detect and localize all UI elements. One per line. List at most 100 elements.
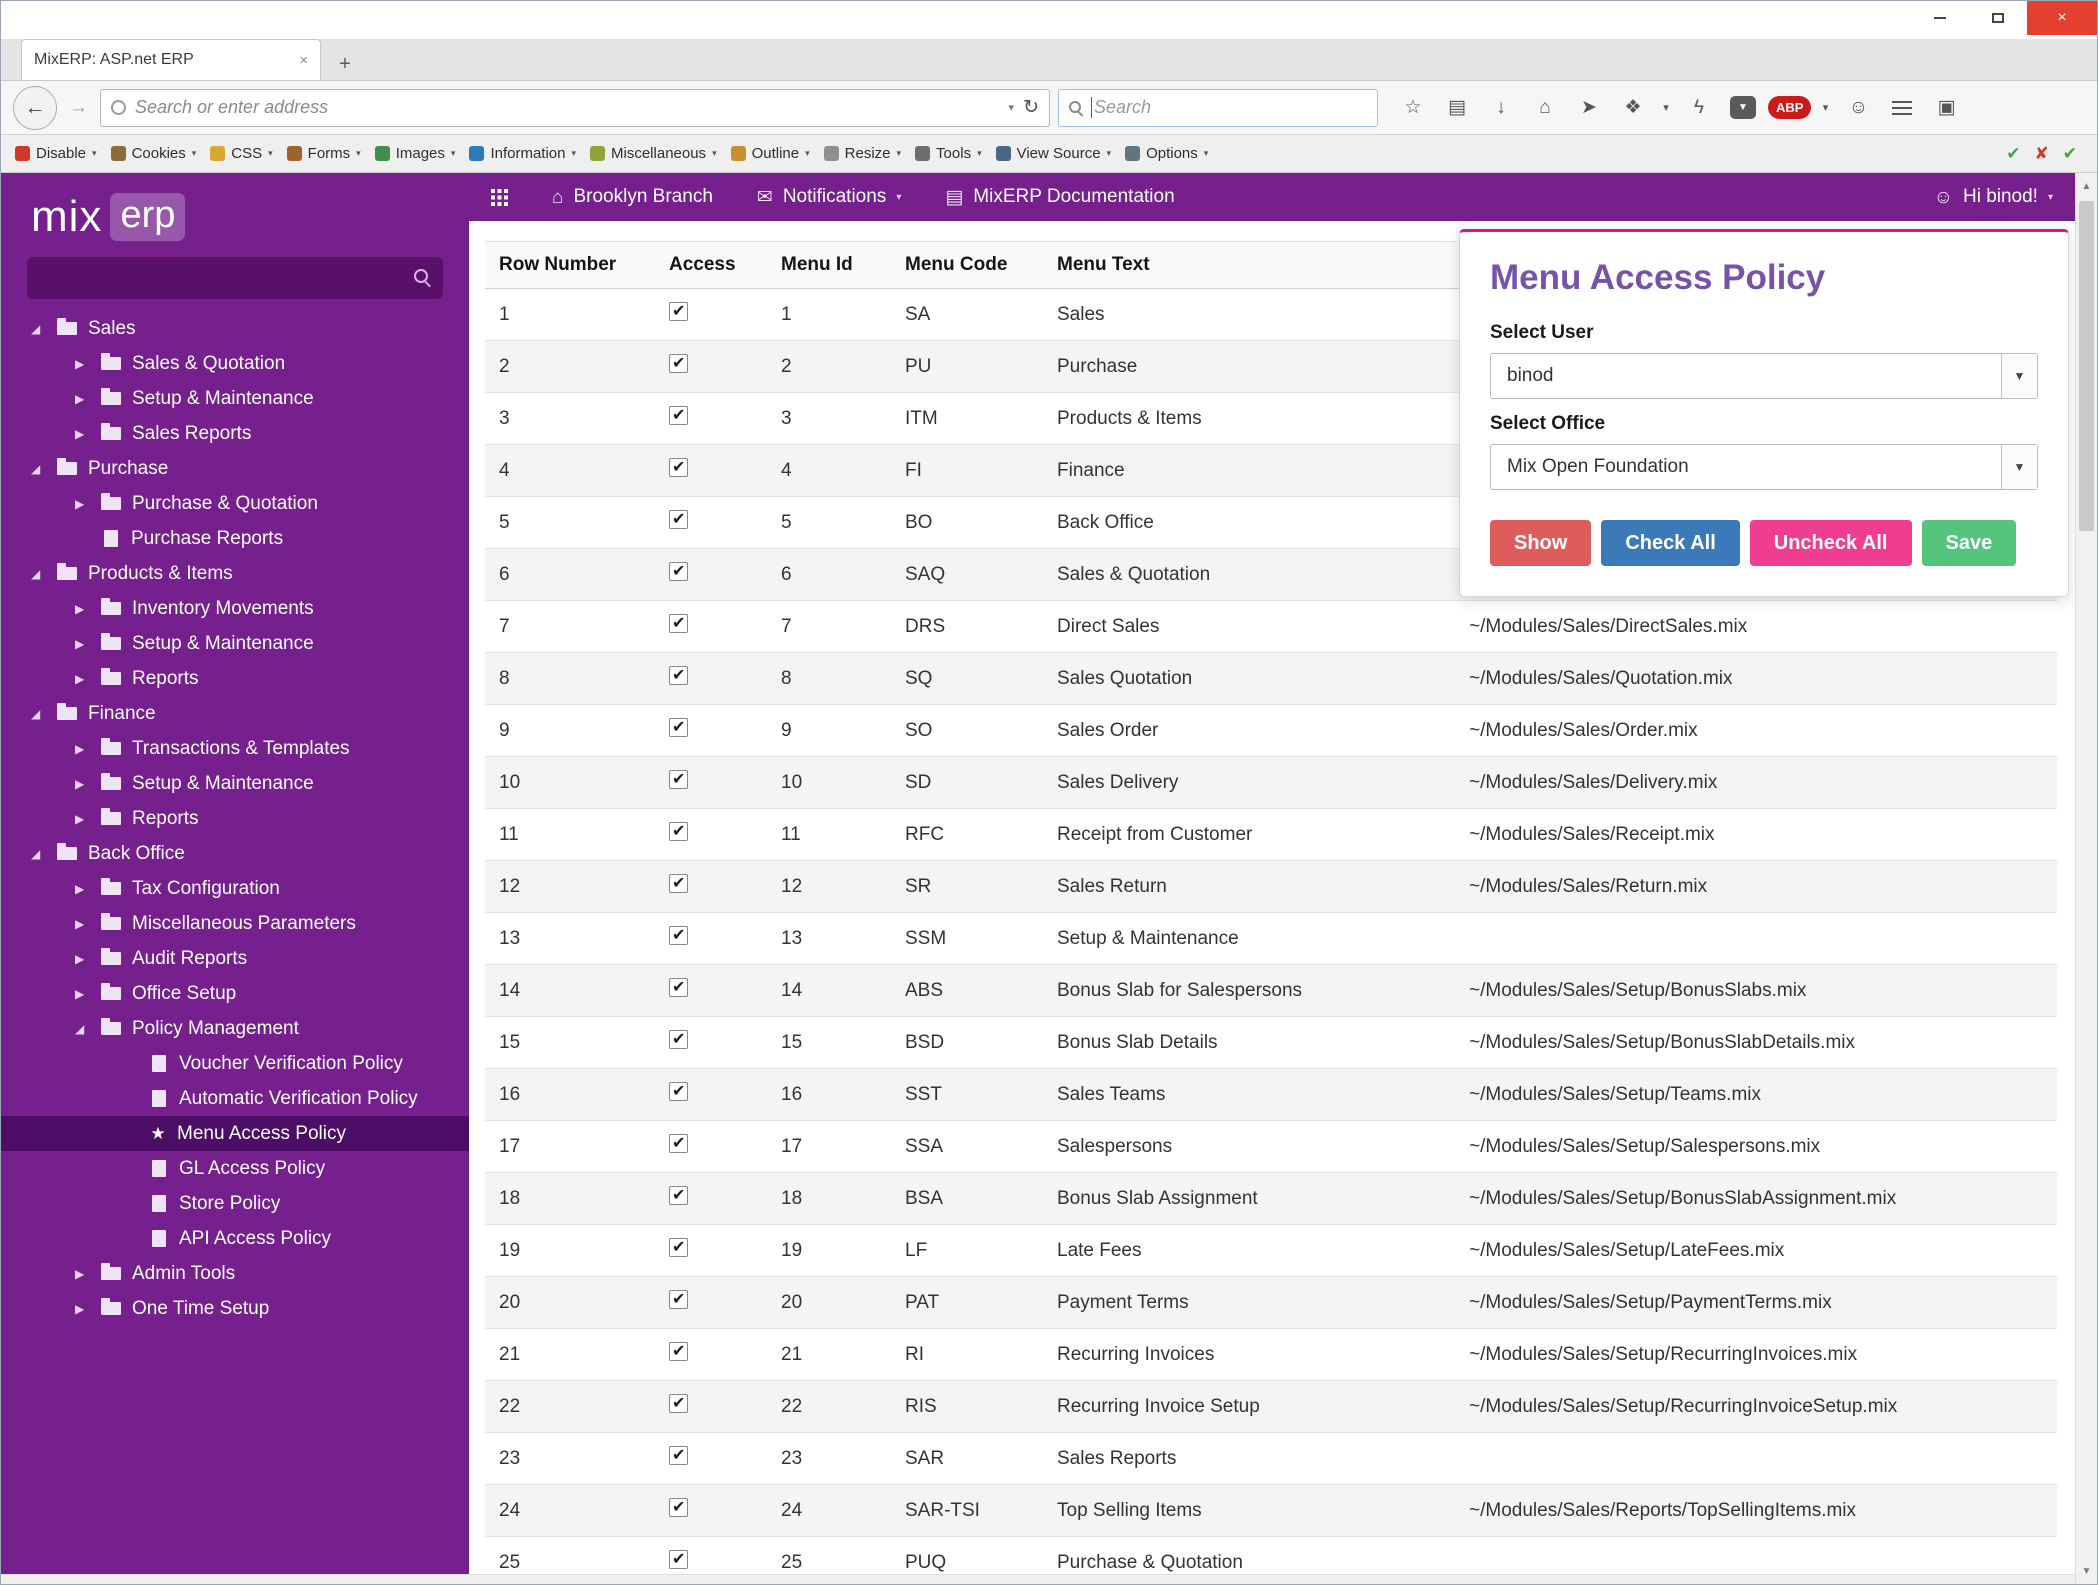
access-checkbox[interactable] <box>669 406 688 425</box>
sidebar-item-miscellaneous-parameters[interactable]: ▶ Miscellaneous Parameters <box>1 906 469 941</box>
collapsed-arrow-icon[interactable]: ▶ <box>75 917 101 931</box>
sidebar-item-reports[interactable]: ▶ Reports <box>1 661 469 696</box>
access-checkbox[interactable] <box>669 718 688 737</box>
check-all-button[interactable]: Check All <box>1601 520 1740 566</box>
sidebar-item-reports[interactable]: ▶ Reports <box>1 801 469 836</box>
webdev-tools[interactable]: Tools ▾ <box>915 145 982 162</box>
access-checkbox[interactable] <box>669 874 688 893</box>
search-bar[interactable]: Search <box>1058 88 1378 127</box>
sidebar-item-automatic-verification-policy[interactable]: Automatic Verification Policy <box>1 1081 469 1116</box>
webdev-cookies[interactable]: Cookies ▾ <box>110 145 196 162</box>
adblock-badge[interactable]: ABP <box>1768 96 1812 119</box>
access-checkbox[interactable] <box>669 1394 688 1413</box>
sidebar-item-transactions-templates[interactable]: ▶ Transactions & Templates <box>1 731 469 766</box>
chevron-down-icon[interactable]: ▾ <box>1009 101 1015 114</box>
collapsed-arrow-icon[interactable]: ▶ <box>75 357 101 371</box>
panel-view-icon[interactable]: ▣ <box>1927 89 1965 127</box>
access-checkbox[interactable] <box>669 562 688 581</box>
access-checkbox[interactable] <box>669 614 688 633</box>
sidebar-item-menu-access-policy[interactable]: ★ Menu Access Policy <box>1 1116 469 1151</box>
sidebar-item-setup-maintenance[interactable]: ▶ Setup & Maintenance <box>1 381 469 416</box>
sidebar-item-finance[interactable]: ◢ Finance <box>1 696 469 731</box>
new-tab-button[interactable]: + <box>325 48 365 80</box>
sidebar-item-sales-quotation[interactable]: ▶ Sales & Quotation <box>1 346 469 381</box>
access-checkbox[interactable] <box>669 1082 688 1101</box>
maximize-button[interactable] <box>1969 1 2027 35</box>
sidebar-item-admin-tools[interactable]: ▶ Admin Tools <box>1 1256 469 1291</box>
expanded-arrow-icon[interactable]: ◢ <box>31 322 57 336</box>
reload-icon[interactable]: ↻ <box>1023 96 1039 119</box>
collapsed-arrow-icon[interactable]: ▶ <box>75 777 101 791</box>
sidebar-item-setup-maintenance[interactable]: ▶ Setup & Maintenance <box>1 766 469 801</box>
sidebar-item-sales[interactable]: ◢ Sales <box>1 311 469 346</box>
notifications-menu[interactable]: ✉ Notifications ▾ <box>735 173 923 221</box>
sidebar-item-inventory-movements[interactable]: ▶ Inventory Movements <box>1 591 469 626</box>
theme-icon[interactable]: ❖ <box>1614 89 1652 127</box>
webdev-disable[interactable]: Disable ▾ <box>15 145 97 162</box>
webdev-images[interactable]: Images ▾ <box>374 145 455 162</box>
minimize-button[interactable] <box>1911 1 1969 35</box>
access-checkbox[interactable] <box>669 1134 688 1153</box>
save-button[interactable]: Save <box>1921 520 2017 566</box>
access-checkbox[interactable] <box>669 510 688 529</box>
sidebar-item-back-office[interactable]: ◢ Back Office <box>1 836 469 871</box>
bookmark-star-icon[interactable]: ☆ <box>1394 89 1432 127</box>
access-checkbox[interactable] <box>669 822 688 841</box>
branch-selector[interactable]: ⌂ Brooklyn Branch <box>530 173 735 221</box>
sidebar-item-setup-maintenance[interactable]: ▶ Setup & Maintenance <box>1 626 469 661</box>
collapsed-arrow-icon[interactable]: ▶ <box>75 1267 101 1281</box>
chevron-down-icon[interactable]: ▾ <box>1817 89 1833 127</box>
scroll-down-icon[interactable]: ▼ <box>2076 1560 2097 1582</box>
scroll-up-icon[interactable]: ▲ <box>2076 175 2097 197</box>
sidebar-item-purchase-reports[interactable]: Purchase Reports <box>1 521 469 556</box>
sidebar-item-voucher-verification-policy[interactable]: Voucher Verification Policy <box>1 1046 469 1081</box>
sidebar-item-one-time-setup[interactable]: ▶ One Time Setup <box>1 1291 469 1326</box>
collapsed-arrow-icon[interactable]: ▶ <box>75 742 101 756</box>
access-checkbox[interactable] <box>669 926 688 945</box>
access-checkbox[interactable] <box>669 1342 688 1361</box>
sidebar-item-purchase[interactable]: ◢ Purchase <box>1 451 469 486</box>
home-icon[interactable]: ⌂ <box>1526 89 1564 127</box>
sidebar-item-sales-reports[interactable]: ▶ Sales Reports <box>1 416 469 451</box>
library-icon[interactable]: ▤ <box>1438 89 1476 127</box>
collapsed-arrow-icon[interactable]: ▶ <box>75 497 101 511</box>
sidebar-item-products-items[interactable]: ◢ Products & Items <box>1 556 469 591</box>
webdev-information[interactable]: Information ▾ <box>469 145 576 162</box>
collapsed-arrow-icon[interactable]: ▶ <box>75 637 101 651</box>
sidebar-item-api-access-policy[interactable]: API Access Policy <box>1 1221 469 1256</box>
select-office-dropdown[interactable]: Mix Open Foundation ▼ <box>1490 444 2038 490</box>
user-menu[interactable]: ☺ Hi binod! ▾ <box>1912 173 2075 221</box>
app-menu-button[interactable] <box>469 173 530 221</box>
sidebar-item-office-setup[interactable]: ▶ Office Setup <box>1 976 469 1011</box>
collapsed-arrow-icon[interactable]: ▶ <box>75 672 101 686</box>
access-checkbox[interactable] <box>669 1290 688 1309</box>
back-button[interactable]: ← <box>13 85 57 130</box>
expanded-arrow-icon[interactable]: ◢ <box>31 847 57 861</box>
access-checkbox[interactable] <box>669 458 688 477</box>
tab-close-icon[interactable]: × <box>299 52 308 69</box>
sidebar-item-gl-access-policy[interactable]: GL Access Policy <box>1 1151 469 1186</box>
collapsed-arrow-icon[interactable]: ▶ <box>75 602 101 616</box>
sidebar-item-purchase-quotation[interactable]: ▶ Purchase & Quotation <box>1 486 469 521</box>
access-checkbox[interactable] <box>669 1446 688 1465</box>
collapsed-arrow-icon[interactable]: ▶ <box>75 392 101 406</box>
select-user-dropdown[interactable]: binod ▼ <box>1490 353 2038 399</box>
access-checkbox[interactable] <box>669 1238 688 1257</box>
menu-hamburger-icon[interactable] <box>1883 89 1921 127</box>
url-bar[interactable]: Search or enter address ▾ ↻ <box>100 88 1050 127</box>
pocket-icon[interactable]: ▼ <box>1724 89 1762 127</box>
vertical-scrollbar[interactable]: ▲ ▼ <box>2075 173 2097 1584</box>
collapsed-arrow-icon[interactable]: ▶ <box>75 952 101 966</box>
documentation-link[interactable]: ▤ MixERP Documentation <box>923 173 1196 221</box>
sidebar-item-audit-reports[interactable]: ▶ Audit Reports <box>1 941 469 976</box>
webdev-resize[interactable]: Resize ▾ <box>823 145 901 162</box>
horizontal-scrollbar[interactable] <box>1 1574 2075 1584</box>
collapsed-arrow-icon[interactable]: ▶ <box>75 812 101 826</box>
access-checkbox[interactable] <box>669 1550 688 1569</box>
expanded-arrow-icon[interactable]: ◢ <box>31 462 57 476</box>
close-button[interactable]: × <box>2027 1 2097 35</box>
chevron-down-icon[interactable]: ▾ <box>1658 89 1674 127</box>
access-checkbox[interactable] <box>669 1186 688 1205</box>
access-checkbox[interactable] <box>669 354 688 373</box>
forward-button[interactable]: → <box>65 97 92 119</box>
